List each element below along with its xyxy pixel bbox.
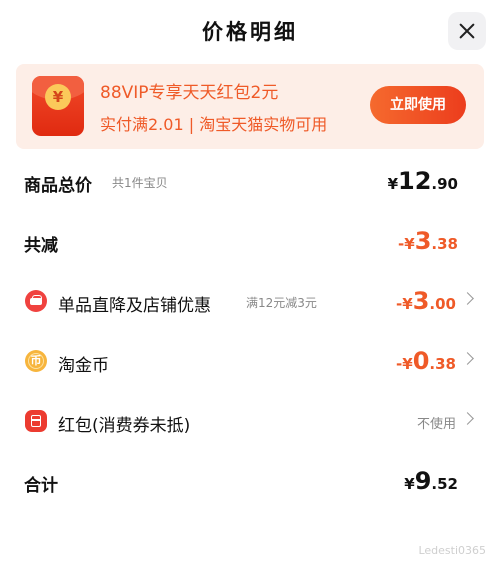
promo-title: 88VIP专享天天红包2元 xyxy=(100,83,279,103)
chevron-right-icon xyxy=(461,352,474,365)
shop-discount-row[interactable]: 单品直降及店铺优惠 满12元减3元 -¥3.00 xyxy=(0,282,500,322)
red-packet-label: 红包(消费券未抵) xyxy=(58,416,191,436)
chevron-right-icon xyxy=(461,292,474,305)
goods-total-label: 商品总价 xyxy=(24,176,92,196)
grand-total-row: 合计 ¥9.52 xyxy=(0,462,500,502)
total-reduced-label: 共减 xyxy=(24,236,58,256)
total-reduced-row: 共减 -¥3.38 xyxy=(0,222,500,262)
tao-coin-amount: -¥0.38 xyxy=(396,347,456,375)
goods-total-amount: ¥12.90 xyxy=(387,167,458,195)
yuan-coin-icon: ¥ xyxy=(45,84,71,110)
red-packet-icon: ¥ xyxy=(32,76,84,136)
page-title: 价格明细 xyxy=(202,20,298,44)
shop-discount-amount: -¥3.00 xyxy=(396,287,456,315)
red-envelope-icon xyxy=(25,410,47,432)
red-packet-row[interactable]: 红包(消费券未抵) 不使用 xyxy=(0,402,500,442)
use-now-button[interactable]: 立即使用 xyxy=(370,86,466,124)
tao-coin-row[interactable]: 币 淘金币 -¥0.38 xyxy=(0,342,500,382)
grand-total-amount: ¥9.52 xyxy=(404,467,458,495)
red-packet-status: 不使用 xyxy=(416,417,456,432)
discount-rule: 满12元减3元 xyxy=(246,296,317,310)
goods-total-row: 商品总价 共1件宝贝 ¥12.90 xyxy=(0,162,500,202)
close-button[interactable] xyxy=(448,12,486,50)
tao-coin-icon: 币 xyxy=(25,350,47,372)
item-count: 共1件宝贝 xyxy=(112,176,168,190)
total-reduced-amount: -¥3.38 xyxy=(398,227,458,255)
vip-redpacket-banner: ¥ 88VIP专享天天红包2元 实付满2.01 | 淘宝天猫实物可用 立即使用 xyxy=(16,64,484,149)
shop-bag-icon xyxy=(25,290,47,312)
sheet-header: 价格明细 xyxy=(0,0,500,62)
chevron-right-icon xyxy=(461,412,474,425)
shop-discount-label: 单品直降及店铺优惠 xyxy=(58,296,211,316)
watermark: Ledesti0365 xyxy=(418,544,486,557)
grand-total-label: 合计 xyxy=(24,476,58,496)
promo-condition: 实付满2.01 | 淘宝天猫实物可用 xyxy=(100,115,328,134)
tao-coin-label: 淘金币 xyxy=(58,356,109,376)
